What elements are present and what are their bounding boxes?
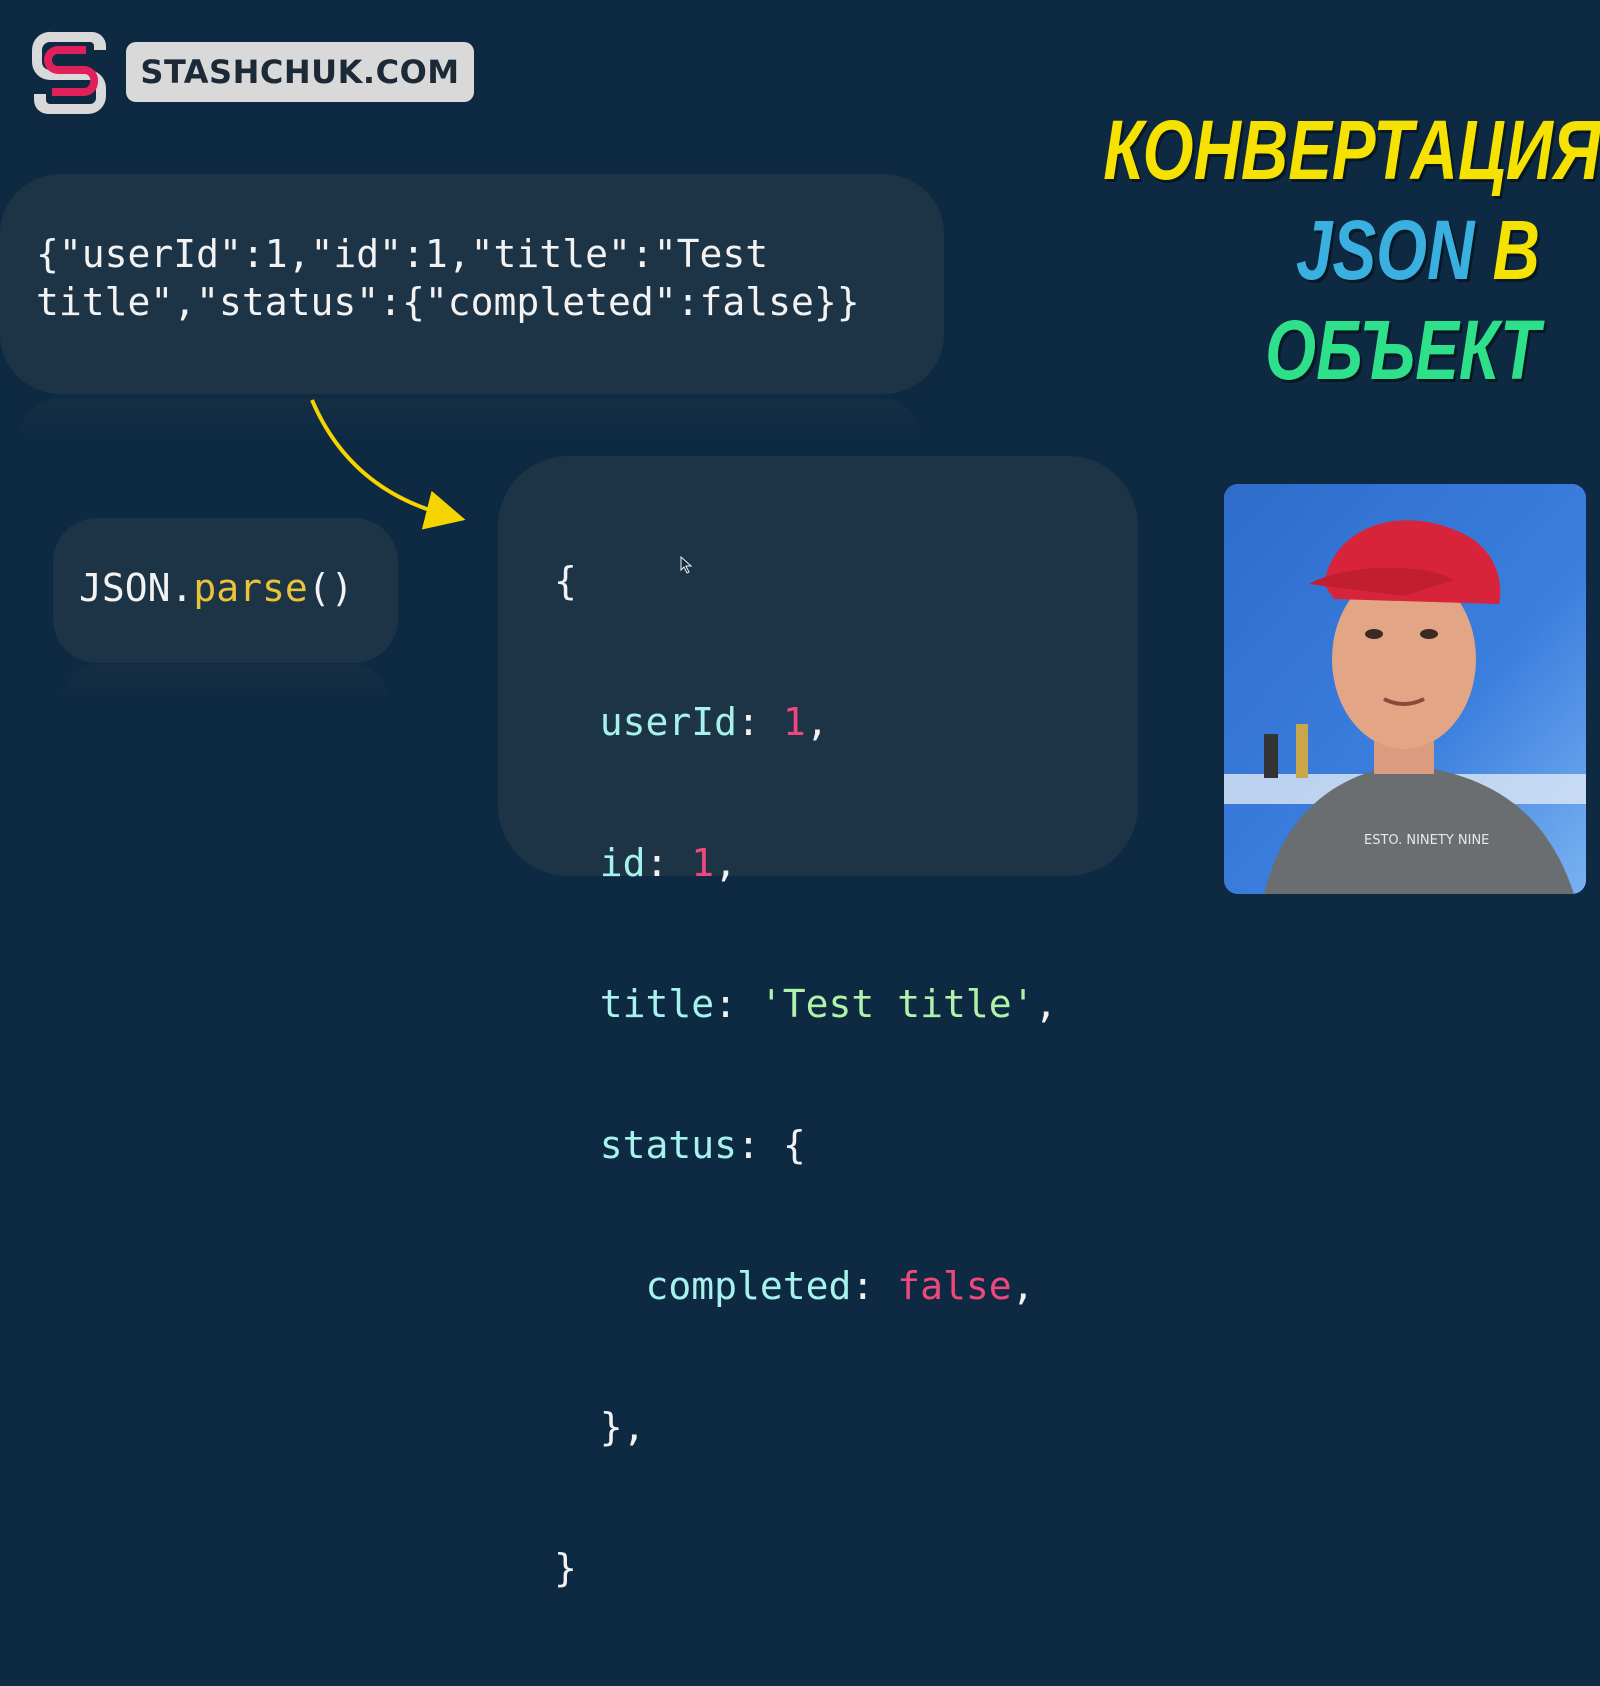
parse-panel-reflection [60,664,390,704]
json-object-name: JSON. [79,566,194,610]
title-value: 'Test title' [759,982,1035,1026]
json-string-panel: {"userId":1,"id":1,"title":"Test title",… [0,174,944,394]
status-open-brace: { [782,1123,806,1167]
stashchuk-logo-icon [32,31,106,114]
json-parse-code: JSON.parse() [79,564,354,612]
site-label: STASHCHUK.COM [140,53,460,91]
code-line: completed: false, [645,1264,1035,1308]
headline-line1: КОНВЕРТАЦИЯ [1103,103,1600,197]
shirt-text: ESTO. NINETY NINE [1364,833,1489,848]
parse-method-name: parse [193,566,308,610]
close-brace: } [554,1546,577,1590]
headline-object-word: ОБЪЕКТ [1265,303,1540,397]
code-line: { [554,558,1057,605]
json-parse-panel: JSON.parse() [53,518,398,663]
site-label-badge: STASHCHUK.COM [126,42,474,102]
completed-key: completed [645,1264,852,1308]
mouse-cursor-icon [680,556,693,574]
title-key: title [599,982,715,1026]
code-line: } [554,1545,1057,1592]
json-string-line1: {"userId":1,"id":1,"title":"Test [36,232,769,276]
headline-line2: JSON В ОБЪЕКТ [1265,203,1540,397]
object-code-block: { userId: 1, id: 1, title: 'Test title',… [554,464,1057,1686]
headline-v-word: В [1492,203,1540,297]
code-line: status: { [599,1123,806,1167]
status-key: status [599,1123,738,1167]
json-string-line2: title","status":{"completed":false}} [36,280,860,324]
presenter-illustration: ESTO. NINETY NINE [1224,484,1586,894]
id-value: 1 [691,841,715,885]
id-key: id [599,841,646,885]
completed-value: false [897,1264,1012,1308]
headline-json-word: JSON [1296,203,1475,297]
json-string-code: {"userId":1,"id":1,"title":"Test title",… [36,230,860,326]
code-line: }, [554,1404,1057,1451]
curved-arrow-icon [310,399,466,530]
code-line: id: 1, [599,841,738,885]
code-line: userId: 1, [599,700,829,744]
userId-value: 1 [782,700,806,744]
code-line: title: 'Test title', [599,982,1058,1026]
userId-key: userId [599,700,738,744]
parse-parens: () [307,566,354,610]
headline: КОНВЕРТАЦИЯ JSON В ОБЪЕКТ [1103,100,1600,400]
object-result-panel: { userId: 1, id: 1, title: 'Test title',… [498,456,1138,1590]
presenter-video: ESTO. NINETY NINE [1224,484,1586,894]
open-brace: { [554,559,577,603]
status-close-brace: }, [599,1405,646,1449]
